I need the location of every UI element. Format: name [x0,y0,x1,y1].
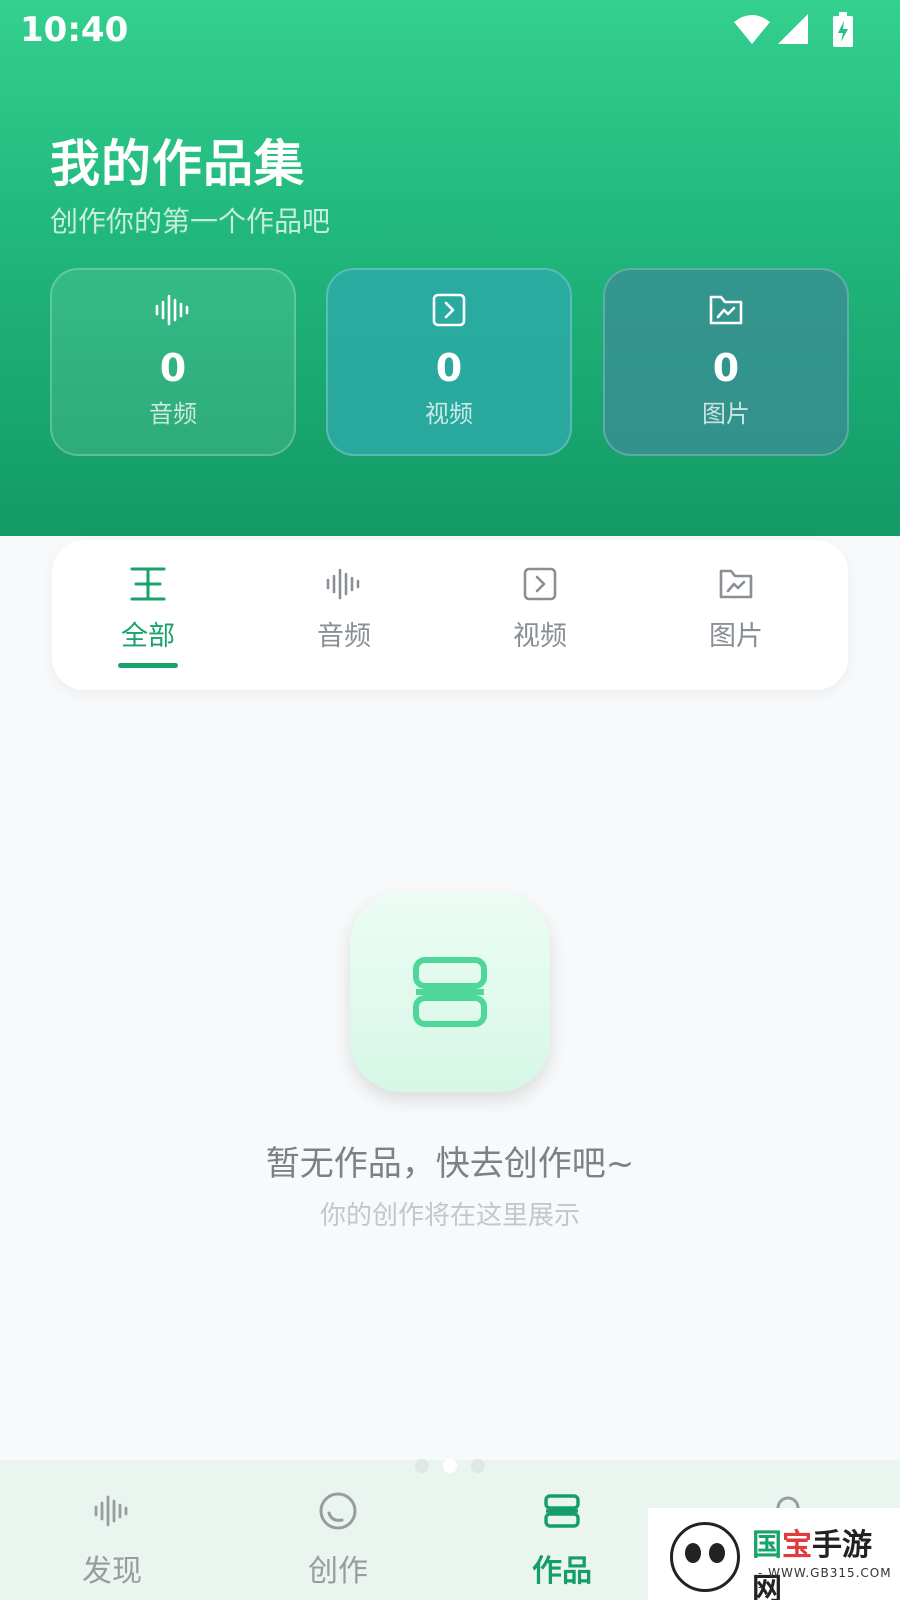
nav-works[interactable]: 作品 [492,1490,632,1590]
status-time: 10:40 [20,10,129,50]
stat-card-audio[interactable]: 0 音频 [50,268,296,456]
signal-icon [776,12,810,50]
panda-icon [670,1522,740,1592]
all-icon [128,562,168,606]
watermark-logo: 国宝手游网 - WWW.GB315.COM - [648,1508,900,1600]
tab-all[interactable]: 全部 [78,562,218,672]
image-folder-icon [708,292,744,332]
page-dot-active [443,1459,457,1473]
tab-audio[interactable]: 音频 [274,562,414,672]
play-square-icon [431,292,467,332]
watermark-url: - WWW.GB315.COM - [758,1566,892,1594]
header-banner: 10:40 我的作品集 创作你的第一个作品吧 0 音频 0 视频 0 图片 [0,0,900,536]
empty-state-title: 暂无作品，快去创作吧~ [265,1144,635,1184]
tab-label-audio: 音频 [317,621,371,652]
stat-label-image: 图片 [702,400,750,428]
stat-value-image: 0 [712,346,740,390]
filter-tabs: 全部 音频 视频 图片 [52,540,848,690]
image-folder-icon [718,562,754,606]
stat-card-video[interactable]: 0 视频 [326,268,572,456]
stat-value-audio: 0 [159,346,187,390]
page-indicator [405,1459,495,1475]
status-bar: 10:40 [0,0,900,64]
waveform-icon [92,1490,132,1532]
stat-value-video: 0 [435,346,463,390]
page-title: 我的作品集 [50,135,305,193]
page-dot [415,1459,429,1473]
nav-label-works: 作品 [532,1554,592,1589]
works-stack-icon [413,957,487,1027]
active-tab-indicator [118,663,178,668]
page-dot [471,1459,485,1473]
waveform-icon [324,562,364,606]
nav-label-discover: 发现 [82,1554,142,1589]
page-subtitle: 创作你的第一个作品吧 [50,205,331,238]
play-square-icon [522,562,558,606]
wifi-icon [732,12,772,50]
waveform-icon [153,292,193,332]
nav-discover[interactable]: 发现 [42,1490,182,1590]
create-circle-icon [318,1490,358,1532]
tab-image[interactable]: 图片 [666,562,806,672]
nav-create[interactable]: 创作 [268,1490,408,1590]
nav-label-create: 创作 [308,1554,368,1589]
stat-label-video: 视频 [425,400,473,428]
tab-label-all: 全部 [121,621,175,652]
empty-state-subtitle: 你的创作将在这里展示 [319,1201,580,1231]
tab-label-video: 视频 [513,621,567,652]
works-stack-icon [542,1490,582,1532]
stat-label-audio: 音频 [149,400,197,428]
tab-label-image: 图片 [709,621,763,652]
tab-video[interactable]: 视频 [470,562,610,672]
stat-card-image[interactable]: 0 图片 [603,268,849,456]
empty-state-illustration [350,892,550,1092]
battery-icon [832,12,854,52]
